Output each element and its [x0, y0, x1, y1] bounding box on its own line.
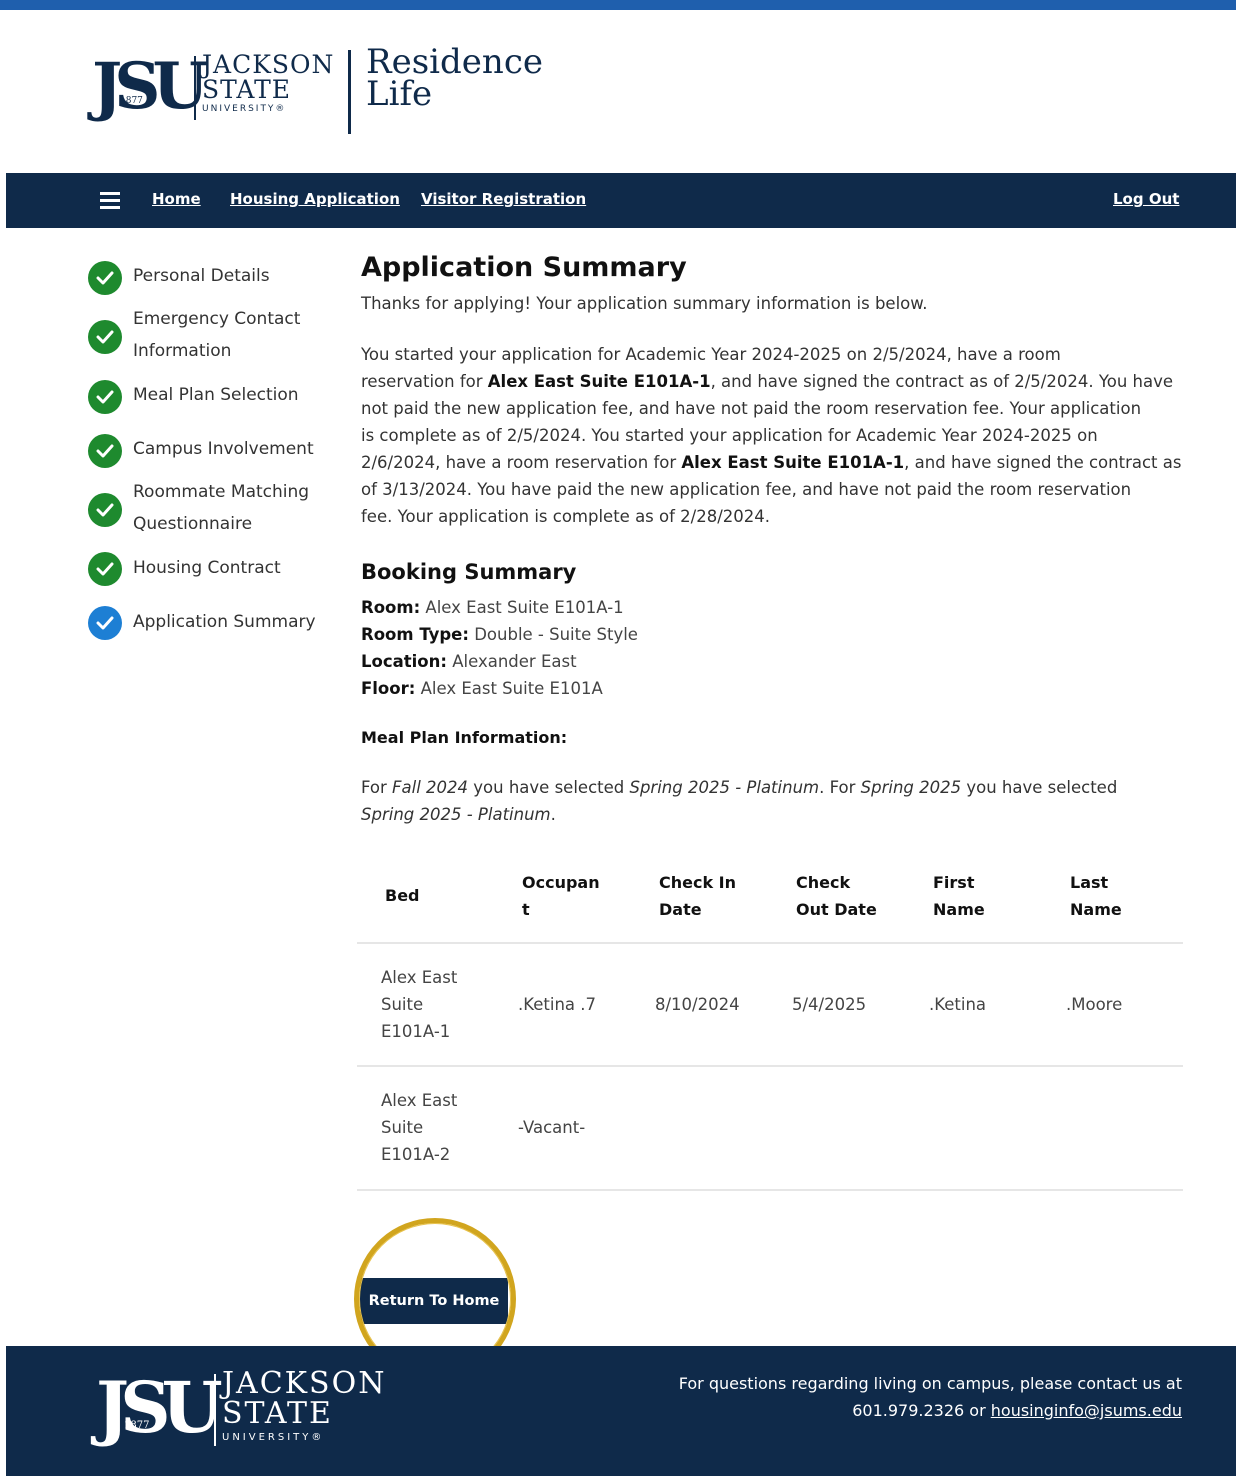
check-icon — [88, 493, 122, 527]
jsu-logo-mark: JSU — [92, 49, 208, 124]
intro-text: Thanks for applying! Your application su… — [361, 294, 928, 313]
step-label-line2: Questionnaire — [133, 514, 253, 534]
step-label: Personal Details — [133, 266, 270, 286]
footer-logo-wordmark: JACKSON STATE UNIVERSITY® — [222, 1368, 386, 1444]
logo-wordmark: JACKSON STATE UNIVERSITY® — [202, 52, 334, 115]
cell-check-in: 8/10/2024 — [655, 995, 740, 1014]
step-label: Meal Plan Selection — [133, 385, 299, 405]
column-header-last-name: Last Name — [1070, 873, 1122, 919]
step-label: Emergency Contact — [133, 309, 301, 329]
footer-jsu-logo: JSU 1877 JACKSON STATE UNIVERSITY® — [96, 1362, 416, 1462]
site-footer: JSU 1877 JACKSON STATE UNIVERSITY® For q… — [6, 1346, 1236, 1476]
cell-last-name: .Moore — [1066, 995, 1123, 1014]
cell-occupant: .Ketina .7 — [518, 995, 597, 1014]
logo-divider — [348, 50, 351, 134]
meal-line: Spring 2025 - Platinum. — [361, 805, 556, 824]
step-label: Application Summary — [133, 612, 316, 632]
column-header-first-name: First Name — [933, 873, 985, 919]
footer-phone: 601.979.2326 — [852, 1401, 965, 1420]
column-header-check-in: Check In Date — [659, 873, 737, 919]
column-header-occupant: Occupan t — [522, 873, 600, 919]
check-icon — [88, 434, 122, 468]
logo-state: STATE — [202, 75, 292, 104]
menu-icon[interactable] — [100, 192, 120, 209]
table-divider — [357, 942, 1183, 944]
site-name: Residence Life — [366, 45, 543, 114]
cell-bed: Alex East Suite E101A-2 — [381, 1091, 458, 1164]
cell-bed: Alex East Suite E101A-1 — [381, 968, 458, 1041]
footer-email-link[interactable]: housinginfo@jsums.edu — [991, 1401, 1182, 1420]
site-name-line2: Life — [366, 74, 433, 114]
nav-housing-application-link[interactable]: Housing Application — [230, 190, 400, 208]
footer-contact-line1: For questions regarding living on campus… — [678, 1374, 1182, 1393]
column-header-bed: Bed — [385, 886, 420, 905]
summary-line: You started your application for Academi… — [361, 345, 1061, 364]
nav-visitor-registration-link[interactable]: Visitor Registration — [421, 190, 586, 208]
footer-contact-line2: 601.979.2326 or housinginfo@jsums.edu — [852, 1401, 1182, 1420]
room-type-row: Room Type: Double - Suite Style — [361, 625, 638, 644]
location-row: Location: Alexander East — [361, 652, 577, 671]
summary-line: 2/6/2024, have a room reservation for Al… — [361, 453, 1182, 472]
step-label: Housing Contract — [133, 558, 281, 578]
column-header-check-out: Check Out Date — [796, 873, 877, 919]
meal-line: For Fall 2024 you have selected Spring 2… — [361, 778, 1118, 797]
log-out-link[interactable]: Log Out — [1113, 190, 1179, 208]
footer-logo-state: STATE — [222, 1396, 333, 1431]
summary-line: fee. Your application is complete as of … — [361, 507, 771, 526]
check-icon — [88, 606, 122, 640]
step-label: Roommate Matching — [133, 482, 310, 502]
page-title: Application Summary — [361, 252, 687, 283]
summary-line: is complete as of 2/5/2024. You started … — [361, 426, 1098, 445]
check-icon — [88, 261, 122, 295]
room-row: Room: Alex East Suite E101A-1 — [361, 598, 624, 617]
logo-year: 1877 — [120, 96, 143, 106]
table-divider — [357, 1189, 1183, 1191]
footer-contact: For questions regarding living on campus… — [582, 1370, 1182, 1424]
cell-occupant: -Vacant- — [518, 1118, 586, 1137]
logo-bar — [194, 56, 196, 120]
step-label-line2: Information — [133, 341, 232, 361]
floor-row: Floor: Alex East Suite E101A — [361, 679, 603, 698]
logo-university: UNIVERSITY® — [202, 104, 287, 114]
residence-life-logo[interactable]: JSU 1877 JACKSON STATE UNIVERSITY® Resid… — [92, 45, 543, 136]
footer-logo-bar — [214, 1374, 216, 1446]
main-navbar: Home Housing Application Visitor Registr… — [6, 173, 1236, 228]
summary-line: of 3/13/2024. You have paid the new appl… — [361, 480, 1132, 499]
step-label: Campus Involvement — [133, 439, 314, 459]
cell-first-name: .Ketina — [929, 995, 987, 1014]
footer-logo-year: 1877 — [124, 1420, 150, 1431]
footer-logo-mark: JSU — [96, 1366, 223, 1449]
summary-line: reservation for Alex East Suite E101A-1,… — [361, 372, 1174, 391]
return-to-home-button[interactable]: Return To Home — [360, 1278, 508, 1324]
check-icon — [88, 380, 122, 414]
application-summary-paragraph: You started your application for Academi… — [361, 341, 1191, 530]
summary-line: not paid the new application fee, and ha… — [361, 399, 1142, 418]
booking-summary-heading: Booking Summary — [361, 560, 577, 584]
meal-plan-text: For Fall 2024 you have selected Spring 2… — [361, 774, 1191, 828]
nav-home-link[interactable]: Home — [152, 190, 201, 208]
table-divider — [357, 1065, 1183, 1067]
cell-check-out: 5/4/2025 — [792, 995, 867, 1014]
footer-logo-university: UNIVERSITY® — [222, 1432, 325, 1443]
check-icon — [88, 552, 122, 586]
check-icon — [88, 320, 122, 354]
top-accent-rule — [0, 0, 1236, 10]
meal-plan-heading: Meal Plan Information: — [361, 728, 568, 747]
